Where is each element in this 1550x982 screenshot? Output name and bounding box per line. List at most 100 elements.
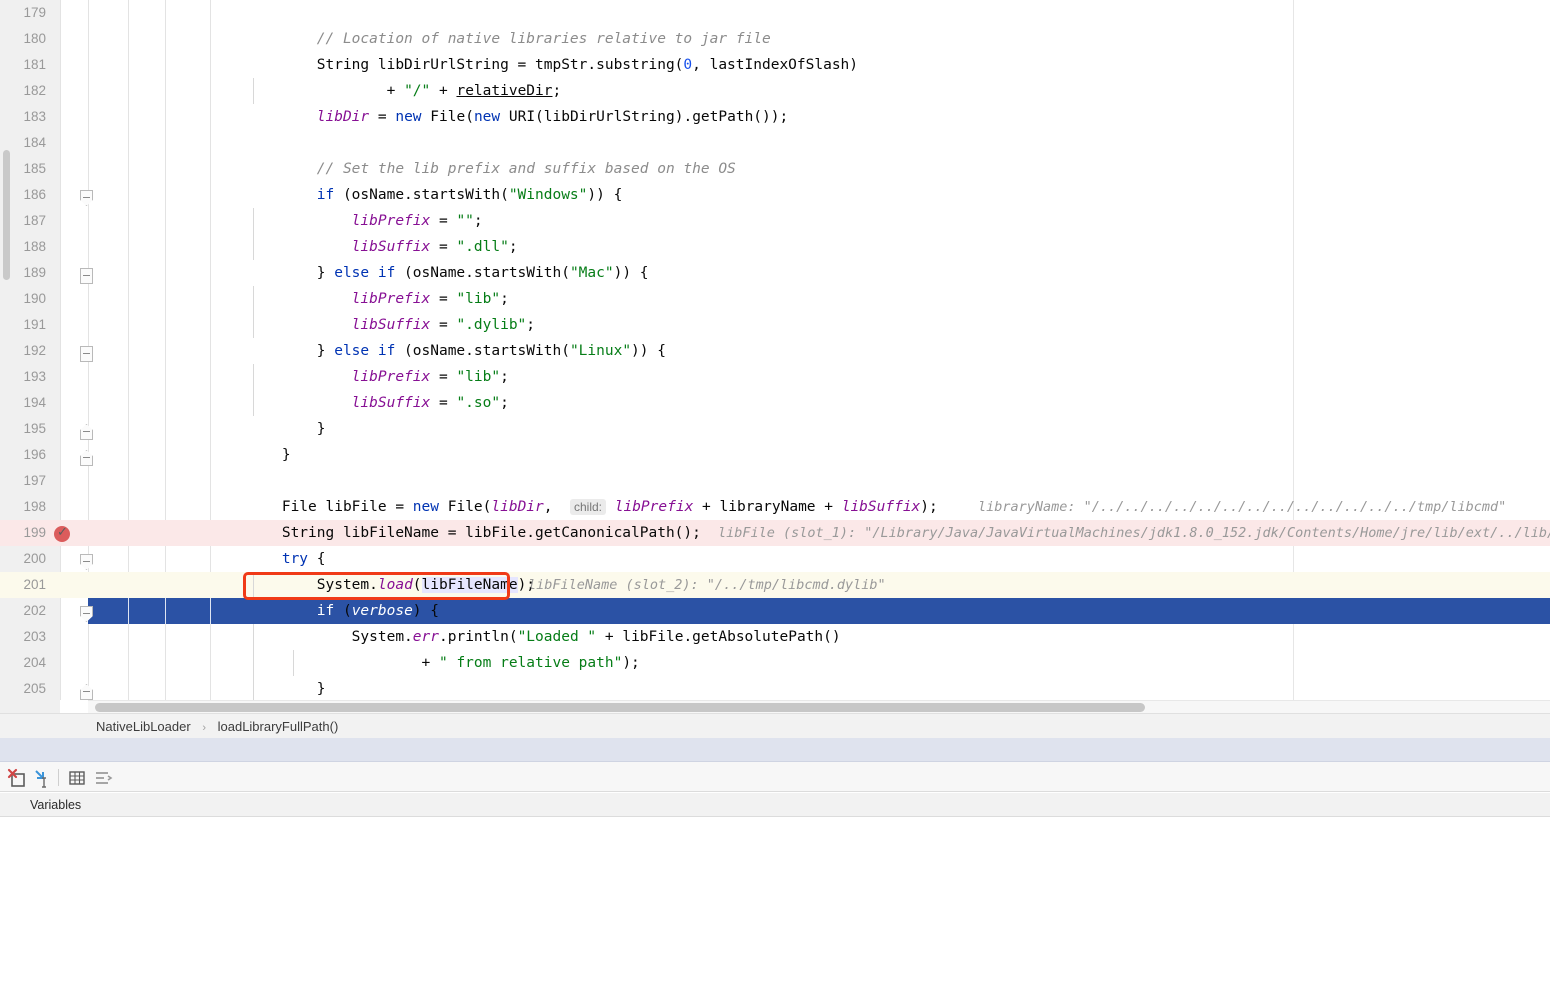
gutter-column-separator (165, 598, 166, 624)
breadcrumb-method[interactable]: loadLibraryFullPath() (218, 719, 339, 734)
code-token: )) { (613, 265, 649, 281)
code-token: System. (212, 577, 378, 593)
code-line[interactable]: 182 + "/" + relativeDir; (0, 78, 1550, 104)
code-line[interactable]: 191 libSuffix = ".dylib"; (0, 312, 1550, 338)
code-token: verbose (351, 603, 413, 619)
code-line[interactable]: 189 } else if (osName.startsWith("Mac"))… (0, 260, 1550, 286)
code-text[interactable]: if (osName.startsWith("Windows")) { (212, 182, 623, 208)
inline-hint-libraryName: libraryName: "/../../../../../../../../.… (978, 499, 1507, 515)
code-token: err (412, 629, 439, 645)
code-text[interactable]: } else if (osName.startsWith("Linux")) { (212, 338, 666, 364)
code-token: = (430, 317, 457, 333)
line-number: 185 (23, 161, 46, 176)
code-text[interactable]: libSuffix = ".so"; (212, 390, 509, 416)
variables-panel[interactable]: surun.g.utileclectn.re + − ▲ ▼ ⧉ ∞ ›ssta… (0, 817, 1550, 982)
breadcrumb[interactable]: NativeLibLoader › loadLibraryFullPath() (0, 713, 1550, 738)
code-text[interactable]: } else if (osName.startsWith("Mac")) { (212, 260, 649, 286)
code-line[interactable]: 201 System.load(libFileName); libFileName… (0, 572, 1550, 598)
code-text[interactable]: + " from relative path"); (212, 650, 640, 676)
code-line[interactable]: 198 File libFile = new File(libDir, chil… (0, 494, 1550, 520)
code-text[interactable]: libPrefix = "lib"; (212, 364, 509, 390)
code-line[interactable]: 184 (0, 130, 1550, 156)
code-token: ( (334, 603, 352, 619)
code-line[interactable]: 186 if (osName.startsWith("Windows")) { (0, 182, 1550, 208)
gutter-column-separator (210, 598, 211, 624)
code-line[interactable]: 180 // Location of native libraries rela… (0, 26, 1550, 52)
code-text[interactable]: + "/" + relativeDir; (212, 78, 562, 104)
code-token: else if (334, 265, 396, 281)
code-token: load (377, 577, 413, 593)
code-text[interactable]: } (212, 442, 291, 468)
code-text[interactable]: String libDirUrlString = tmpStr.substrin… (212, 52, 858, 78)
code-text[interactable]: } (212, 676, 326, 702)
code-text[interactable]: // Location of native libraries relative… (212, 26, 771, 52)
line-number: 203 (23, 629, 46, 644)
line-number: 204 (23, 655, 46, 670)
editor-horizontal-scrollbar[interactable] (88, 700, 1550, 713)
line-number: 192 (23, 343, 46, 358)
code-line[interactable]: 196 } (0, 442, 1550, 468)
code-text[interactable]: // Set the lib prefix and suffix based o… (212, 156, 736, 182)
code-line[interactable]: 185 // Set the lib prefix and suffix bas… (0, 156, 1550, 182)
code-line[interactable]: 199 String libFileName = libFile.getCano… (0, 520, 1550, 546)
code-line[interactable]: 197 (0, 468, 1550, 494)
line-number: 196 (23, 447, 46, 462)
code-line[interactable]: 179 (0, 0, 1550, 26)
code-text[interactable]: String libFileName = libFile.getCanonica… (212, 520, 701, 546)
code-token: new (395, 109, 422, 125)
code-line[interactable]: 181 String libDirUrlString = tmpStr.subs… (0, 52, 1550, 78)
code-editor[interactable]: 179 180 // Location of native libraries r… (0, 0, 1550, 713)
debugger-toolbar[interactable] (0, 762, 1550, 792)
editor-horizontal-scrollbar-thumb[interactable] (95, 703, 1145, 712)
code-token: } (212, 343, 335, 359)
code-token: " from relative path" (438, 655, 623, 671)
code-line[interactable]: 183 libDir = new File(new URI(libDirUrlS… (0, 104, 1550, 130)
layout-settings-icon[interactable] (66, 767, 88, 789)
code-line[interactable]: 195 } (0, 416, 1550, 442)
line-number: 191 (23, 317, 46, 332)
code-line[interactable]: 203 System.err.println("Loaded " + libFi… (0, 624, 1550, 650)
code-text[interactable]: libPrefix = "lib"; (212, 286, 509, 312)
code-text[interactable]: File libFile = new File(libDir, child: l… (212, 494, 938, 520)
code-token: libPrefix (212, 291, 431, 307)
code-text[interactable]: } (212, 416, 326, 442)
code-text[interactable]: libSuffix = ".dylib"; (212, 312, 535, 338)
code-text[interactable]: try { (212, 546, 326, 572)
code-line[interactable]: 188 libSuffix = ".dll"; (0, 234, 1550, 260)
code-line[interactable]: 205 } (0, 676, 1550, 702)
code-text[interactable]: libDir = new File(new URI(libDirUrlStrin… (212, 104, 788, 130)
code-line[interactable]: 190 libPrefix = "lib"; (0, 286, 1550, 312)
code-token: = (369, 109, 396, 125)
line-number: 194 (23, 395, 46, 410)
code-line[interactable]: 200 try { (0, 546, 1550, 572)
code-line[interactable]: 202 if (verbose) { (0, 598, 1550, 624)
code-line[interactable]: 192 } else if (osName.startsWith("Linux"… (0, 338, 1550, 364)
code-token: , (543, 499, 570, 515)
evaluate-expression-icon[interactable] (32, 767, 54, 789)
code-token: child: (569, 499, 606, 515)
code-text[interactable]: if (verbose) { (212, 598, 439, 624)
fold-marker-192[interactable] (80, 346, 93, 362)
code-line[interactable]: 194 libSuffix = ".so"; (0, 390, 1550, 416)
mute-breakpoints-icon[interactable] (6, 767, 28, 789)
code-text[interactable]: System.load(libFileName); (212, 572, 535, 598)
code-line[interactable]: 193 libPrefix = "lib"; (0, 364, 1550, 390)
code-line[interactable]: 187 libPrefix = ""; (0, 208, 1550, 234)
code-token: libSuffix (212, 239, 431, 255)
fold-marker-189[interactable] (80, 268, 93, 284)
code-text[interactable]: libSuffix = ".dll"; (212, 234, 518, 260)
code-text[interactable]: System.err.println("Loaded " + libFile.g… (212, 624, 841, 650)
code-lines[interactable]: 179 180 // Location of native libraries r… (0, 0, 1550, 702)
code-token: relativeDir (456, 83, 553, 99)
variables-tabbar[interactable]: Variables (0, 793, 1550, 817)
code-token: ; (526, 317, 536, 333)
code-token: (osName.startsWith( (334, 187, 509, 203)
sort-values-icon[interactable] (92, 767, 114, 789)
code-text[interactable]: libPrefix = ""; (212, 208, 483, 234)
code-token: new (412, 499, 439, 515)
breadcrumb-class[interactable]: NativeLibLoader (96, 719, 191, 734)
code-token: libPrefix (212, 369, 431, 385)
tab-variables[interactable]: Variables (30, 793, 81, 817)
code-line[interactable]: 204 + " from relative path"); (0, 650, 1550, 676)
breakpoint-icon[interactable]: ✓ (54, 525, 70, 542)
